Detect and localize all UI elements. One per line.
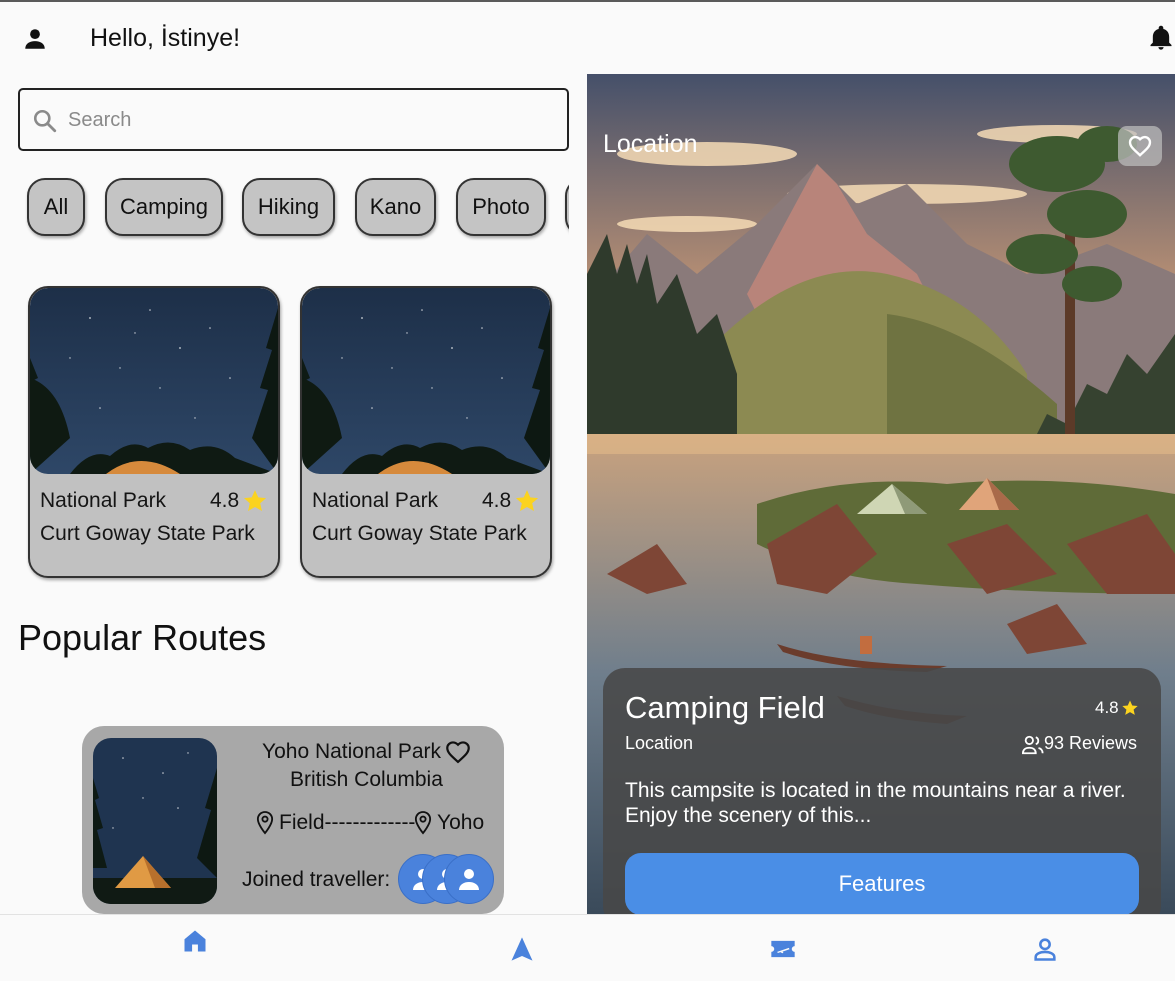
route-region: British Columbia xyxy=(290,768,443,791)
favorite-button[interactable] xyxy=(1118,126,1162,166)
category-chips: All Camping Hiking Kano Photo xyxy=(18,174,569,244)
heart-outline-icon[interactable] xyxy=(444,738,472,766)
camp-reviews: 93 Reviews xyxy=(1044,733,1138,753)
joined-traveller-label: Joined traveller: xyxy=(242,868,391,891)
chip-all[interactable]: All xyxy=(27,178,85,236)
park-name: Curt Goway State Park xyxy=(40,522,255,545)
park-card[interactable]: National Park 4.8 Curt Goway State Park xyxy=(28,286,280,578)
route-photo xyxy=(93,738,217,904)
route-name: Yoho National Park xyxy=(262,740,442,763)
heart-outline-icon xyxy=(1128,135,1152,157)
star-icon xyxy=(1122,700,1138,715)
star-icon xyxy=(243,490,267,511)
camp-rating: 4.8 xyxy=(1095,698,1119,717)
park-photo xyxy=(302,288,550,474)
person-icon[interactable] xyxy=(22,26,48,52)
park-photo xyxy=(30,288,278,474)
bottom-navigation xyxy=(0,914,1175,981)
route-to: Yoho xyxy=(437,811,485,834)
camp-info-card: Camping Field 4.8 Location 93 Reviews Th… xyxy=(603,668,1161,914)
location-pin-icon xyxy=(414,811,432,835)
route-card[interactable]: Yoho National Park British Columbia Fiel… xyxy=(82,726,504,914)
search-box[interactable] xyxy=(18,88,569,151)
park-rating: 4.8 xyxy=(210,489,240,512)
route-from: Field------------- xyxy=(279,811,416,834)
app-window: Hello, İstinye! All Camping Hiking Kano … xyxy=(0,0,1175,981)
greeting-text: Hello, İstinye! xyxy=(90,24,241,52)
navigation-arrow-icon xyxy=(511,937,533,961)
park-category: National Park xyxy=(40,489,167,512)
nav-trips[interactable] xyxy=(769,935,829,981)
camp-title: Camping Field xyxy=(625,690,825,725)
park-rating: 4.8 xyxy=(482,489,512,512)
star-icon xyxy=(515,490,539,511)
nav-profile[interactable] xyxy=(1031,935,1091,981)
nav-explore[interactable] xyxy=(508,935,568,981)
bell-icon[interactable] xyxy=(1147,24,1175,52)
camp-detail-panel: Location Camping Field 4.8 Location 93 R… xyxy=(587,74,1175,914)
nav-home[interactable] xyxy=(181,927,241,981)
profile-icon xyxy=(1034,938,1056,961)
people-icon xyxy=(1021,735,1044,755)
park-card[interactable]: National Park 4.8 Curt Goway State Park xyxy=(300,286,552,578)
chip-partial[interactable] xyxy=(565,178,569,236)
camp-description: This campsite is located in the mountain… xyxy=(625,779,1126,827)
search-input[interactable] xyxy=(68,100,548,140)
chip-camping[interactable]: Camping xyxy=(105,178,223,236)
location-heading: Location xyxy=(603,130,698,158)
search-icon xyxy=(33,109,57,133)
flight-ticket-icon xyxy=(771,940,795,958)
location-pin-icon xyxy=(256,811,274,835)
person-icon xyxy=(459,869,479,890)
camp-location: Location xyxy=(625,733,694,753)
chip-kano[interactable]: Kano xyxy=(355,178,436,236)
traveller-avatar[interactable] xyxy=(444,854,494,904)
top-bar: Hello, İstinye! xyxy=(0,2,1175,74)
features-button[interactable]: Features xyxy=(625,853,1139,914)
section-title-popular-routes: Popular Routes xyxy=(18,617,267,658)
park-category: National Park xyxy=(312,489,439,512)
park-name: Curt Goway State Park xyxy=(312,522,527,545)
chip-hiking[interactable]: Hiking xyxy=(242,178,335,236)
home-icon xyxy=(184,930,206,952)
chip-photo[interactable]: Photo xyxy=(456,178,546,236)
